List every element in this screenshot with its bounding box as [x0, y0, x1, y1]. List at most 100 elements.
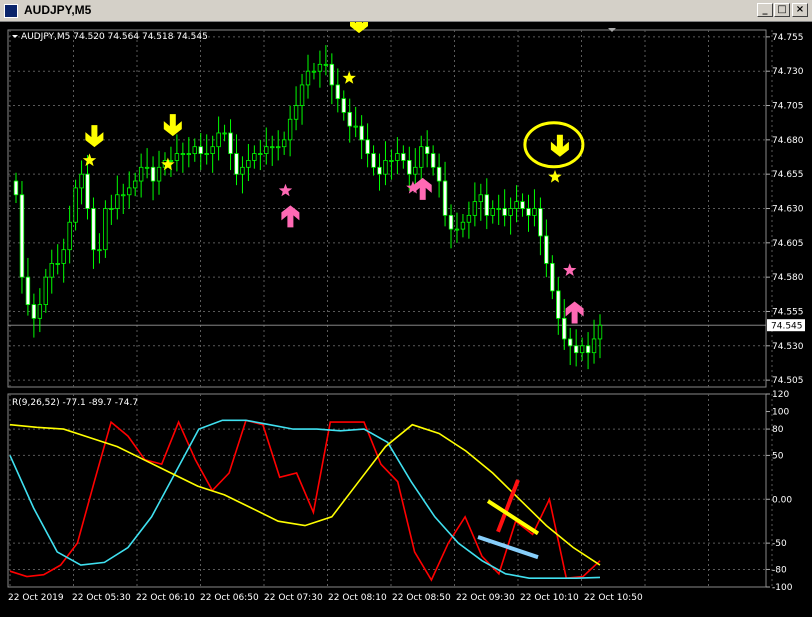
time-axis-label: 22 Oct 08:10	[328, 593, 387, 603]
price-tick-label: 74.755	[772, 33, 804, 43]
candle-body	[186, 153, 192, 155]
candle-body	[389, 160, 394, 162]
star-pink-icon	[563, 263, 577, 276]
arrow-up-icon	[565, 301, 584, 324]
arrow-up-icon	[413, 177, 432, 200]
price-tick-label: 74.555	[772, 307, 804, 317]
candle-body	[73, 187, 78, 223]
candle-body	[430, 153, 436, 168]
candle-body	[121, 194, 126, 197]
candle-body	[138, 166, 144, 182]
candle-body	[168, 160, 174, 162]
time-axis-label: 22 Oct 10:50	[584, 593, 643, 603]
candle-body	[31, 304, 37, 319]
candle-body	[192, 146, 197, 154]
candle-body	[228, 132, 233, 154]
candle-body	[144, 166, 150, 169]
candle-body	[85, 173, 90, 209]
candle-body	[335, 84, 340, 100]
candle-body	[305, 70, 311, 86]
candle-body	[281, 139, 287, 148]
indicator-tick-label: 120	[772, 390, 789, 400]
candle-body	[37, 304, 43, 319]
price-tick-label: 74.630	[772, 205, 804, 215]
candle-body	[97, 249, 102, 252]
candle-body	[49, 263, 54, 278]
indicator-tick-label: 80	[772, 425, 784, 435]
trend-line-lightblue	[477, 535, 539, 560]
candle-body	[472, 201, 478, 216]
candle-body	[204, 153, 209, 155]
price-tick-label: 74.605	[772, 239, 804, 249]
chart-canvas[interactable]: 74.755 74.730 74.705 74.680 74.655 74.630 74.6…	[0, 22, 812, 617]
candle-body	[478, 194, 484, 203]
candle-body	[556, 290, 561, 319]
candle-body	[216, 132, 221, 148]
candle-body	[150, 166, 156, 182]
candle-body	[127, 187, 132, 196]
candle-body	[550, 263, 555, 292]
candle-body	[562, 317, 567, 340]
star-yellow-icon	[82, 153, 97, 167]
candle-body	[579, 345, 585, 354]
candle-body	[258, 153, 263, 155]
candle-body	[234, 153, 239, 175]
current-price-label: 74.545	[771, 322, 803, 332]
candle-body	[568, 338, 573, 347]
indicator-tick-label: -100	[772, 583, 793, 593]
candle-body	[79, 173, 84, 189]
candle-body	[132, 180, 138, 189]
candle-body	[496, 208, 501, 210]
price-tick-label: 74.655	[772, 170, 804, 180]
candle-body	[424, 146, 430, 154]
candle-body	[448, 214, 454, 230]
price-tick-label: 74.730	[772, 67, 804, 77]
candle-body	[91, 208, 96, 251]
maximize-button[interactable]: □	[774, 3, 790, 17]
candle-body	[222, 132, 227, 135]
candle-body	[573, 345, 579, 354]
candle-body	[436, 166, 442, 182]
candle-body	[115, 194, 120, 209]
candle-body	[13, 180, 19, 196]
time-axis-label: 22 Oct 05:30	[72, 593, 131, 603]
close-button[interactable]: ×	[792, 3, 808, 17]
candle-body	[299, 84, 305, 106]
candle-body	[276, 146, 281, 149]
candle-body	[109, 208, 114, 210]
candle-body	[252, 153, 257, 161]
candle-body	[526, 208, 531, 216]
candle-body	[591, 338, 597, 354]
candle-body	[597, 324, 603, 340]
candle-body	[246, 160, 251, 168]
candle-body	[156, 166, 162, 182]
time-axis-label: 22 Oct 2019	[8, 593, 64, 603]
star-pink-icon	[278, 183, 293, 197]
candle-body	[293, 105, 299, 120]
chart-header: AUDJPY,M5 74.520 74.564 74.518 74.545	[21, 32, 208, 42]
candle-body	[585, 345, 591, 354]
candle-body	[180, 153, 186, 155]
candle-body	[442, 180, 448, 216]
candle-body	[419, 146, 424, 168]
candle-body	[466, 214, 472, 223]
candle-body	[287, 118, 293, 141]
window-titlebar[interactable]: AUDJPY,M5 _ □ ×	[0, 0, 812, 22]
candle-body	[484, 194, 489, 216]
star-yellow-icon	[342, 71, 356, 84]
candle-body	[264, 146, 269, 154]
candle-body	[174, 153, 180, 161]
minimize-button[interactable]: _	[757, 3, 773, 17]
candle-body	[67, 221, 72, 251]
candle-body	[317, 63, 323, 72]
candle-body	[103, 208, 108, 251]
indicator-tick-label: -50	[772, 539, 787, 549]
candle-body	[460, 221, 466, 230]
time-axis-label: 22 Oct 09:30	[456, 593, 515, 603]
candle-body	[520, 201, 525, 209]
candle-body	[43, 276, 48, 306]
price-tick-label: 74.680	[772, 136, 804, 146]
candle-body	[25, 276, 31, 306]
candle-body	[359, 125, 364, 141]
indicator-tick-label: 50	[772, 451, 784, 461]
